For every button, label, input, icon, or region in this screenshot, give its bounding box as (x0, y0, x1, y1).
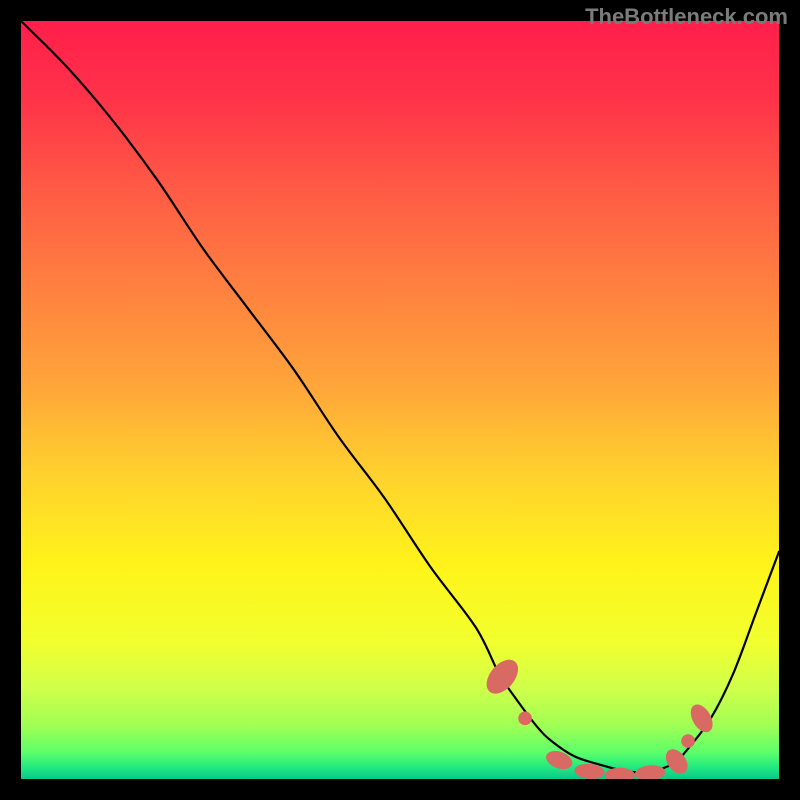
attribution-text: TheBottleneck.com (585, 4, 788, 30)
marker-dot (681, 734, 695, 748)
chart-frame: TheBottleneck.com (0, 0, 800, 800)
gradient-background (21, 21, 779, 779)
chart-plot (21, 21, 779, 779)
chart-svg (21, 21, 779, 779)
marker-dot (518, 712, 532, 726)
